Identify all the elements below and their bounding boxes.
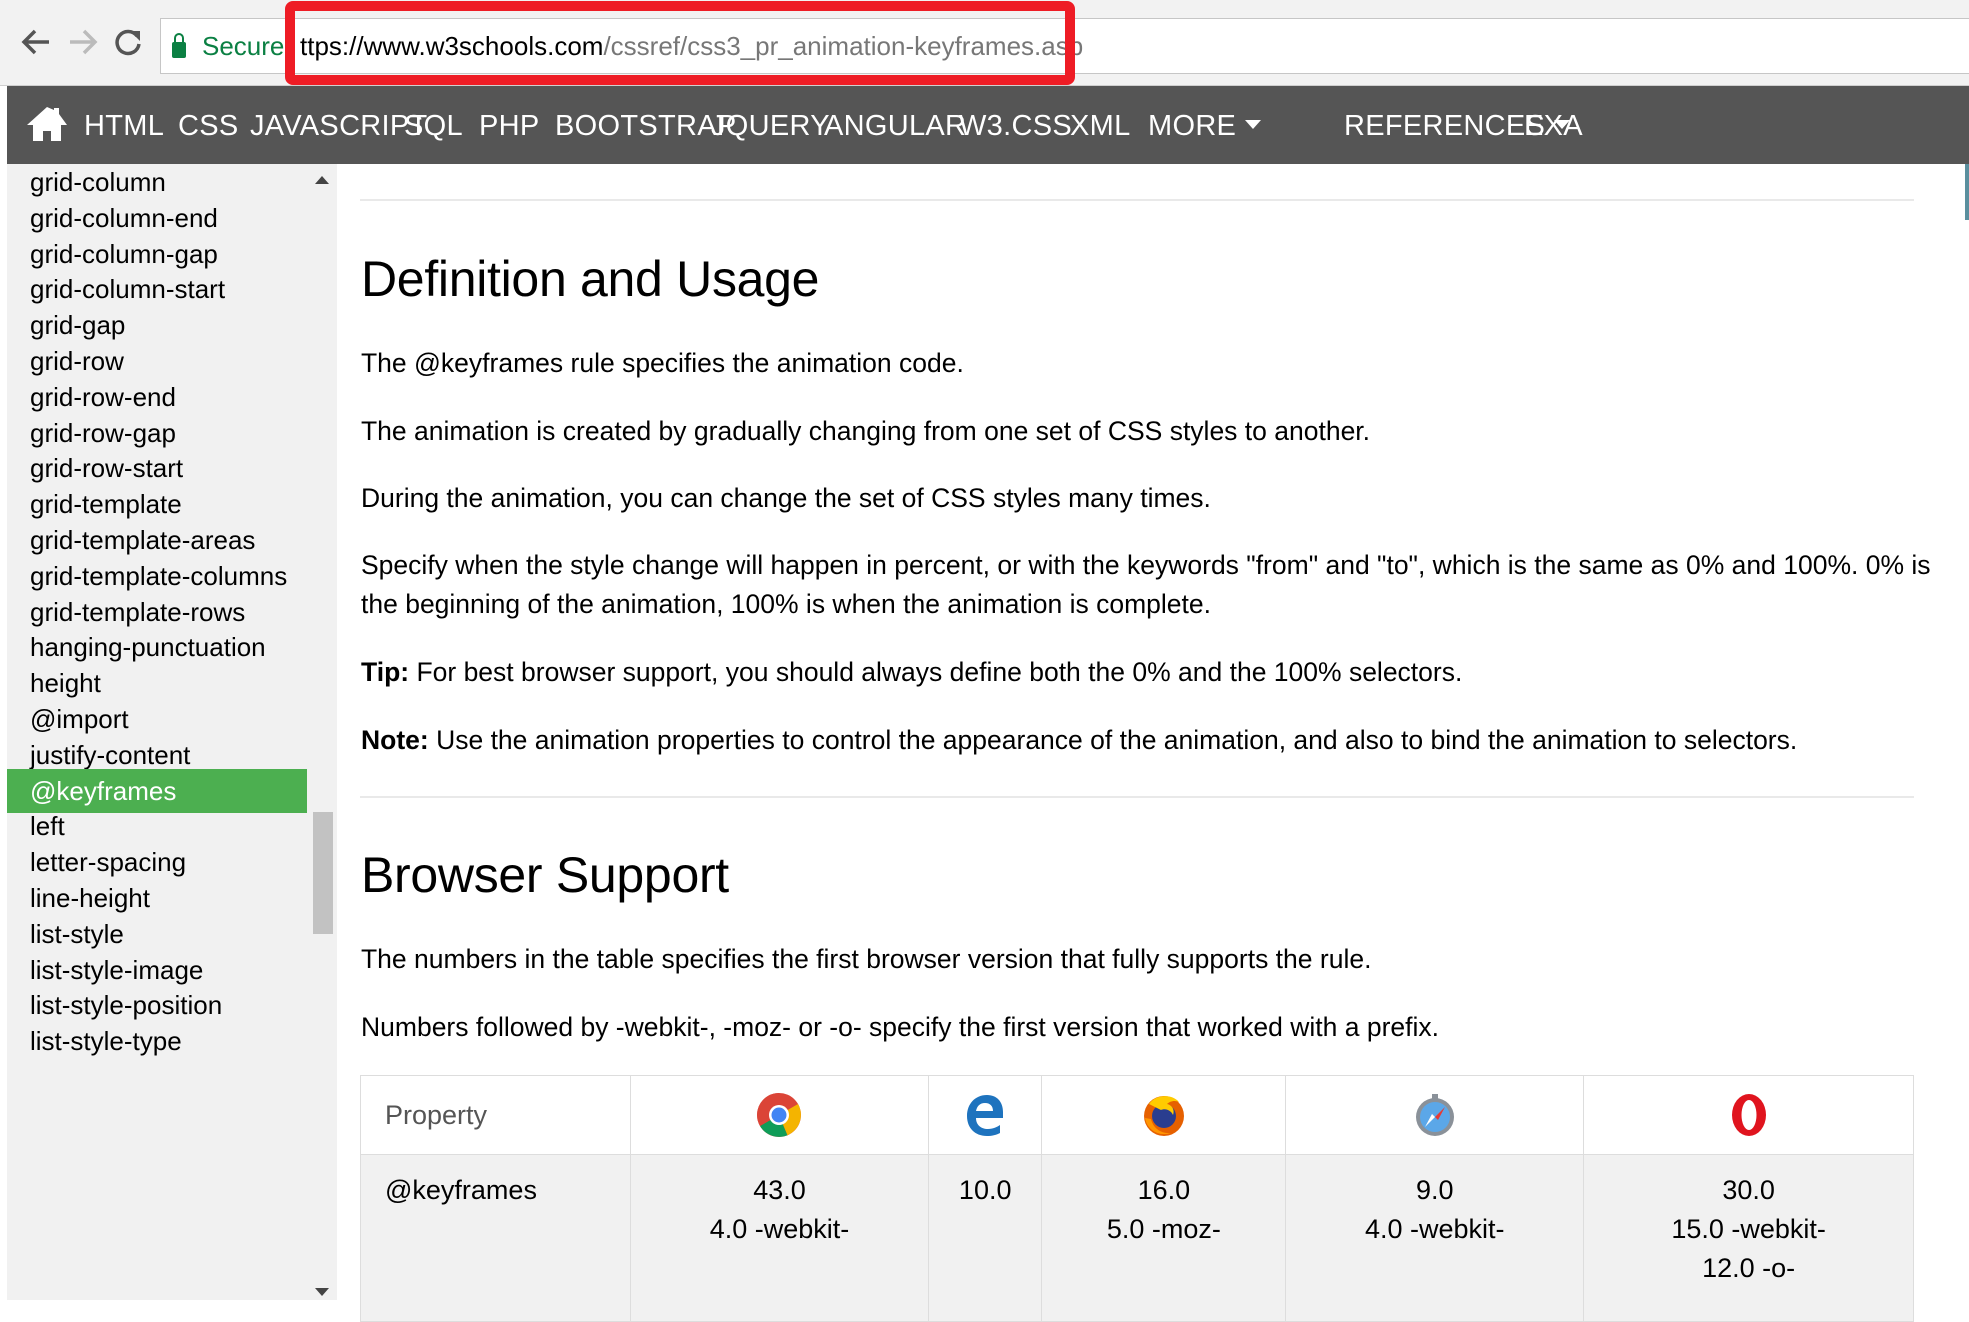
safari-header [1285, 1075, 1585, 1155]
secure-label: Secure [202, 30, 285, 61]
page-scrollbar-edge[interactable] [1965, 164, 1969, 220]
scroll-down-arrow-icon[interactable] [315, 1288, 329, 1296]
edge-version-cell: 10.0 [927, 1154, 1043, 1322]
p4-line-1: Specify when the style change will happe… [361, 550, 1931, 580]
note-label: Note: [361, 725, 429, 755]
opera-icon [1731, 1094, 1766, 1136]
opera-prefix-version-1: 15.0 -webkit- [1671, 1214, 1826, 1244]
definition-paragraph-2: The animation is created by gradually ch… [361, 416, 1371, 446]
property-cell: @keyframes [360, 1154, 631, 1322]
safari-icon [1415, 1094, 1454, 1136]
chevron-down-icon [1245, 119, 1262, 129]
chrome-icon [757, 1093, 802, 1137]
back-arrow-icon[interactable] [16, 22, 56, 62]
support-paragraph-1: The numbers in the table specifies the f… [361, 944, 1372, 974]
home-icon[interactable] [25, 104, 69, 144]
safari-version-cell: 9.0 4.0 -webkit- [1285, 1154, 1585, 1322]
opera-header [1583, 1075, 1914, 1155]
chrome-header [630, 1075, 929, 1155]
reload-icon[interactable] [108, 22, 148, 62]
forward-arrow-icon[interactable] [63, 22, 103, 62]
note-text: Use the animation properties to control … [428, 725, 1798, 755]
browser-support-table: Property @keyframes 43.0 4.0 -webkit- 10… [360, 1075, 1914, 1322]
sidebar-scroll-thumb[interactable] [313, 812, 333, 934]
divider [360, 796, 1914, 798]
sidebar-scrollbar[interactable] [312, 164, 337, 1300]
tip-label: Tip: [361, 657, 410, 687]
table-header-row: Property [360, 1075, 1914, 1155]
nav-item-angular[interactable]: ANGULAR [824, 86, 966, 164]
nav-item-more[interactable]: MORE [1148, 86, 1262, 164]
p4-line-2: the beginning of the animation, 100% is … [361, 589, 1212, 619]
table-row: @keyframes 43.0 4.0 -webkit- 10.0 16.0 5.0… [360, 1154, 1914, 1322]
firefox-icon [1143, 1096, 1184, 1136]
edge-version: 10.0 [958, 1175, 1012, 1205]
nav-item-bootstrap[interactable]: BOOTSTRAP [555, 86, 737, 164]
nav-item-w3css[interactable]: W3.CSS [959, 86, 1072, 164]
scroll-up-arrow-icon[interactable] [315, 176, 329, 184]
edge-icon [967, 1095, 1004, 1136]
edge-header [927, 1075, 1043, 1155]
opera-prefix-version-2: 12.0 -o- [1702, 1253, 1796, 1283]
firefox-prefix-version: 5.0 -moz- [1106, 1214, 1221, 1244]
sidebar-item[interactable]: list-style-type [7, 1019, 307, 1063]
firefox-version: 16.0 [1137, 1175, 1191, 1205]
property-header: Property [360, 1075, 631, 1155]
nav-item-jquery[interactable]: JQUERY [711, 86, 830, 164]
nav-item-examples[interactable]: EXA [1524, 86, 1583, 164]
browser-support-heading: Browser Support [361, 847, 729, 903]
note-paragraph: Note: Use the animation properties to co… [361, 721, 1797, 760]
lock-icon [172, 33, 186, 58]
tip-text: For best browser support, you should alw… [409, 657, 1463, 687]
nav-item-css[interactable]: CSS [178, 86, 239, 164]
secure-indicator[interactable]: Secure [172, 28, 284, 64]
chrome-prefix-version: 4.0 -webkit- [709, 1214, 850, 1244]
nav-item-xml[interactable]: XML [1070, 86, 1131, 164]
safari-version: 9.0 [1415, 1175, 1454, 1205]
safari-prefix-version: 4.0 -webkit- [1364, 1214, 1505, 1244]
opera-version: 30.0 [1722, 1175, 1775, 1205]
firefox-version-cell: 16.0 5.0 -moz- [1041, 1154, 1287, 1322]
nav-item-javascript[interactable]: JAVASCRIPT [250, 86, 428, 164]
tip-paragraph: Tip: For best browser support, you shoul… [361, 653, 1462, 692]
definition-heading: Definition and Usage [361, 251, 820, 307]
sidebar: grid-column grid-column-end grid-column-ga… [7, 164, 337, 1300]
divider [360, 199, 1914, 201]
chrome-version: 43.0 [753, 1175, 806, 1205]
chrome-version-cell: 43.0 4.0 -webkit- [630, 1154, 929, 1322]
definition-paragraph-4: Specify when the style change will happe… [361, 546, 1931, 624]
nav-item-html[interactable]: HTML [84, 86, 164, 164]
nav-more-label: MORE [1148, 110, 1237, 142]
support-paragraph-2: Numbers followed by -webkit-, -moz- or -… [361, 1012, 1440, 1042]
firefox-header [1041, 1075, 1287, 1155]
top-navigation: HTML CSS JAVASCRIPT SQL PHP BOOTSTRAP JQ… [7, 86, 1969, 164]
definition-paragraph-3: During the animation, you can change the… [361, 483, 1211, 513]
nav-item-php[interactable]: PHP [479, 86, 540, 164]
nav-item-sql[interactable]: SQL [404, 86, 463, 164]
definition-paragraph-1: The @keyframes rule specifies the animat… [361, 348, 964, 378]
opera-version-cell: 30.0 15.0 -webkit- 12.0 -o- [1583, 1154, 1914, 1322]
browser-toolbar: Secure ttps://www.w3schools.com/cssref/c… [0, 0, 1969, 86]
url-highlight-box [285, 1, 1075, 85]
nav-references-label: REFERENCES [1344, 110, 1546, 142]
